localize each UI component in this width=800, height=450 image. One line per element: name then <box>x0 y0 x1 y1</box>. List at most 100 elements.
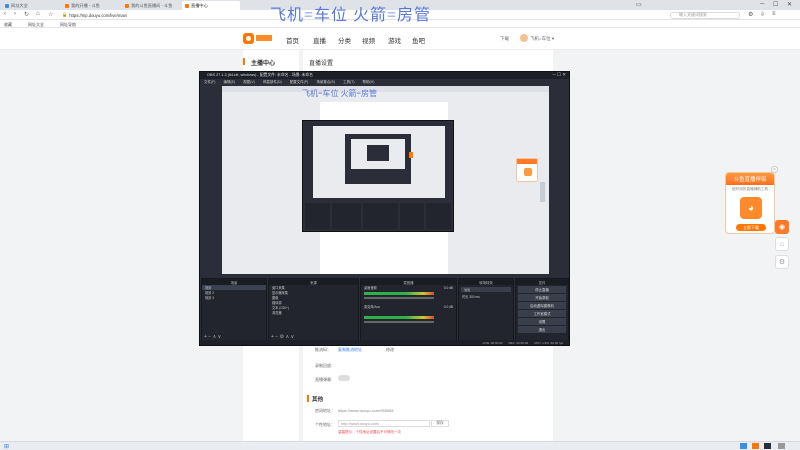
lock-icon: 🔒 <box>62 12 68 17</box>
form-label: 房间地址： <box>315 408 335 413</box>
menu-icon[interactable]: ≡ <box>772 11 776 17</box>
bookmark-item[interactable]: 网址大全 <box>28 22 44 28</box>
tray-icon[interactable] <box>764 443 771 449</box>
source-item[interactable]: 浏览器 <box>269 310 358 315</box>
download-icon[interactable]: ⇩ <box>760 11 765 18</box>
nested-promo <box>409 152 413 158</box>
obs-preview[interactable]: 飞机=车位 火箭=房管 <box>222 86 549 274</box>
url-text: https://mp.douyu.com/live/main <box>69 12 127 18</box>
menu-item[interactable]: 配置文件(P) <box>290 80 309 85</box>
tab-4[interactable]: 直播中心 <box>182 1 240 10</box>
edit-link[interactable]: 修改 <box>386 347 394 353</box>
rec-status: REC: 00:00:00 <box>508 340 529 345</box>
tab-label: 网址大全 <box>11 2 28 8</box>
live-tool-icon[interactable]: ◉ <box>775 220 789 234</box>
copy-link[interactable]: 复制推流地址 <box>338 347 362 353</box>
download-button[interactable]: 立即下载 <box>736 224 766 231</box>
tab-label: 我的斗鱼直播间 - 斗鱼 <box>131 2 173 8</box>
section-title: 其他 <box>312 397 324 403</box>
douyu-logo[interactable] <box>243 32 273 46</box>
duration-row: 时长 300 ms <box>459 294 513 300</box>
volume-slider[interactable] <box>364 297 434 299</box>
volume-slider[interactable] <box>364 321 434 323</box>
menu-item[interactable]: 视图(V) <box>243 80 255 85</box>
close-icon[interactable]: ─ ☐ ✕ <box>553 72 567 78</box>
stop-stream-button[interactable]: 停止直播 <box>518 286 566 293</box>
sources-dock: 来源 窗口采集 显示器采集 图像 媒体源 文本 (GDI+) 浏览器 + − ⚙… <box>268 278 359 342</box>
tray-icon[interactable] <box>778 443 785 449</box>
nav-fishbar[interactable]: 鱼吧 <box>412 35 425 45</box>
search-input[interactable]: 输入关键词搜索 <box>670 11 740 19</box>
douyu-icon <box>185 3 189 8</box>
settings-tool-icon[interactable]: ⚙ <box>775 255 789 269</box>
bookmark-item[interactable]: 收藏 <box>4 22 12 28</box>
nav-home[interactable]: 首页 <box>286 35 299 45</box>
duration-value[interactable]: 300 ms <box>469 295 479 299</box>
user-name[interactable]: 飞机=车位 ▾ <box>530 36 554 42</box>
studio-mode-button[interactable]: 工作室模式 <box>518 310 566 317</box>
preview-promo <box>516 158 538 182</box>
menu-item[interactable]: 文件(F) <box>204 80 215 85</box>
avatar[interactable] <box>520 34 528 42</box>
bookmark-item[interactable]: 网址导航 <box>60 22 76 28</box>
volume-meter <box>364 292 434 295</box>
extension-icon[interactable]: ⚙ <box>748 11 753 18</box>
maximize-icon[interactable]: ☐ <box>773 1 778 8</box>
stream-overlay-text: 飞机=车位 火箭=房管 <box>270 7 432 24</box>
promo-title: 斗鱼直播伴侣 <box>726 173 774 185</box>
tab-3[interactable]: 我的斗鱼直播间 - 斗鱼 <box>122 1 180 10</box>
form-label: 推流码： <box>315 347 331 352</box>
obs-status-bar: LIVE: 00:00:00 REC: 00:00:00 CPU: 1.9%, … <box>200 340 569 345</box>
settings-button[interactable]: 设置 <box>518 318 566 325</box>
nav-video[interactable]: 视频 <box>362 35 375 45</box>
nested-preview <box>351 139 405 169</box>
mixer-label: 桌面音频 <box>364 286 377 290</box>
promo-close-icon[interactable]: × <box>771 166 778 173</box>
menu-item[interactable]: 停靠部件(D) <box>263 80 282 85</box>
close-icon[interactable]: ✕ <box>787 1 792 8</box>
virtual-camera-button[interactable]: 启动虚拟摄像机 <box>518 302 566 309</box>
home-tool-icon[interactable]: ⌂ <box>775 237 789 251</box>
danmu-toggle[interactable] <box>338 375 350 381</box>
menu-item[interactable]: 帮助(H) <box>363 80 375 85</box>
nested-obs-window <box>345 134 411 184</box>
nav-game[interactable]: 游戏 <box>388 35 401 45</box>
duration-label: 时长 <box>462 295 469 299</box>
reload-icon[interactable]: ↻ <box>24 11 29 18</box>
nav-live[interactable]: 直播 <box>313 35 326 45</box>
nav-category[interactable]: 分类 <box>338 35 351 45</box>
tab-label: 直播中心 <box>191 2 208 8</box>
minimize-icon[interactable]: ─ <box>760 1 764 7</box>
douyu-app-icon: ◕ <box>740 197 762 219</box>
menu-item[interactable]: 工具(T) <box>343 80 354 85</box>
obs-window[interactable]: OBS 27.1.3 (64-bit, windows) - 配置文件: 未命名… <box>199 71 570 346</box>
site-icon <box>5 3 9 8</box>
menu-item[interactable]: 场景集合(S) <box>316 80 335 85</box>
menu-item[interactable]: 编辑(E) <box>223 80 235 85</box>
download-link[interactable]: 下载 <box>500 36 509 42</box>
start-record-button[interactable]: 开始录制 <box>518 294 566 301</box>
tab-2[interactable]: 我的开播 - 斗鱼 <box>62 1 120 10</box>
live-status: LIVE: 00:00:00 <box>482 340 503 345</box>
scene-item[interactable]: 场景 3 <box>202 295 266 300</box>
tray-icon[interactable] <box>752 443 759 449</box>
sidebar-toggle-icon[interactable]: ▭ <box>636 1 642 8</box>
home-icon[interactable]: ⌂ <box>36 11 40 17</box>
mixer-label: 麦克风/Aux <box>364 305 380 309</box>
obs-menu-bar: 文件(F) 编辑(E) 视图(V) 停靠部件(D) 配置文件(P) 场景集合(S… <box>200 79 569 85</box>
forward-icon[interactable]: › <box>14 11 16 17</box>
custom-url-input[interactable]: http://www.douyu.com/ <box>338 420 430 427</box>
exit-button[interactable]: 退出 <box>518 326 566 333</box>
tray-icon[interactable] <box>740 443 747 449</box>
nested-docks <box>303 201 453 231</box>
back-icon[interactable]: ‹ <box>4 11 6 17</box>
transition-select[interactable]: 淡出 <box>461 287 511 292</box>
start-icon[interactable]: ⊞ <box>4 443 9 450</box>
promo-card[interactable]: 斗鱼直播伴侣 超好用的直播辅助工具 ◕ 立即下载 <box>725 172 775 234</box>
tab-1[interactable]: 网址大全 <box>2 1 60 10</box>
scenes-dock: 场景 场景 场景 2 场景 3 + − ∧ ∨ <box>201 278 267 342</box>
taskbar: ⊞ <box>0 441 800 450</box>
section-accent <box>307 395 309 402</box>
star-icon[interactable]: ☆ <box>48 11 53 18</box>
save-button[interactable]: 保存 <box>431 420 449 427</box>
